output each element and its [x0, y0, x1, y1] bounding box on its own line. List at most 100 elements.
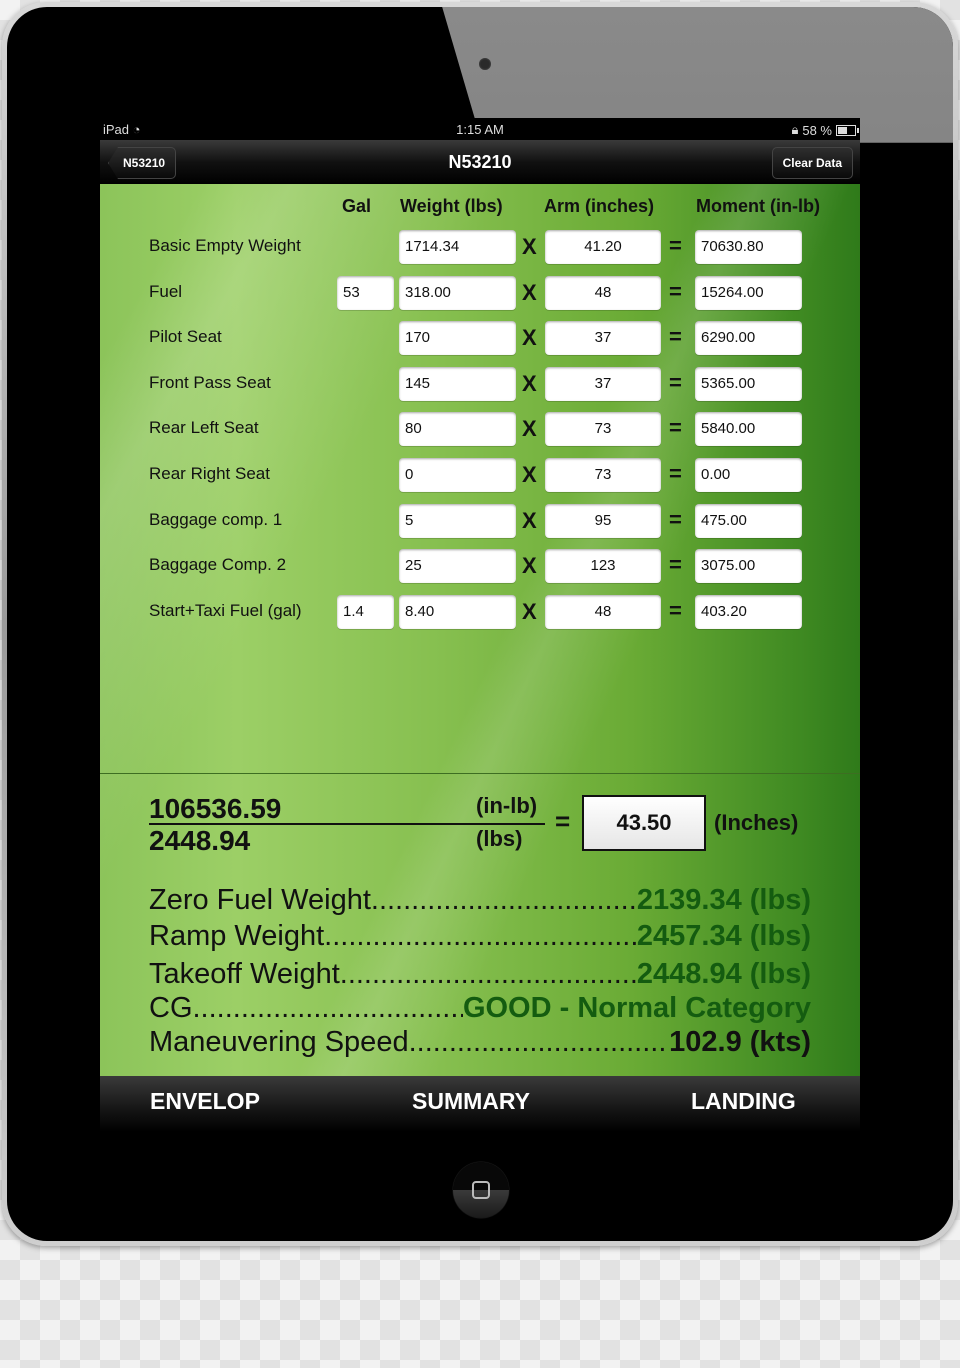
status-bar: iPad ◔ 1:15 AM 🔒︎ 58 % [100, 118, 860, 140]
equals-sign: = [669, 279, 682, 304]
moment-field: 6290.00 [695, 321, 802, 355]
weight-input[interactable]: 5 [399, 504, 516, 538]
dot-leader [340, 958, 637, 991]
multiply-sign: X [522, 325, 537, 350]
row-label: Start+Taxi Fuel (gal) [149, 601, 302, 620]
multiply-sign: X [522, 280, 537, 305]
arm-input[interactable]: 123 [545, 549, 661, 583]
multiply-sign: X [522, 553, 537, 578]
equals-sign: = [669, 415, 682, 440]
status-time: 1:15 AM [456, 122, 504, 137]
summary-label: CG [149, 992, 193, 1024]
total-weight: 2448.94 [149, 825, 251, 856]
row-label: Pilot Seat [149, 327, 222, 346]
arm-input[interactable]: 73 [545, 412, 661, 446]
equals-sign: = [669, 324, 682, 349]
summary-label: Zero Fuel Weight [149, 884, 371, 916]
weight-input[interactable]: 318.00 [399, 276, 516, 310]
page-title: N53210 [448, 152, 512, 172]
cg-result-field: 43.50 [582, 795, 706, 851]
arm-input[interactable]: 48 [545, 595, 661, 629]
equals-sign: = [669, 552, 682, 577]
weight-input[interactable]: 170 [399, 321, 516, 355]
total-moment: 106536.59 [149, 793, 282, 824]
row-label: Fuel [149, 282, 183, 301]
summary-label: Takeoff Weight [149, 958, 340, 990]
row-label: Basic Empty Weight [149, 236, 301, 255]
multiply-sign: X [522, 508, 537, 533]
moment-field: 0.00 [695, 458, 802, 492]
summary-label: Ramp Weight [149, 920, 325, 952]
section-divider [100, 773, 860, 774]
tab-envelop[interactable]: ENVELOP [150, 1088, 260, 1115]
dot-leader [193, 992, 463, 1025]
moment-field: 15264.00 [695, 276, 802, 310]
column-header-moment: Moment (in-lb) [696, 196, 820, 216]
summary-label: Maneuvering Speed [149, 1026, 409, 1058]
weight-input[interactable]: 0 [399, 458, 516, 492]
arm-input[interactable]: 48 [545, 276, 661, 310]
summary-row: Ramp Weight 2457.34 (lbs) [149, 920, 811, 953]
multiply-sign: X [522, 371, 537, 396]
multiply-sign: X [522, 462, 537, 487]
gal-input[interactable]: 1.4 [337, 595, 394, 629]
bottom-tab-bar: ENVELOP SUMMARY LANDING [100, 1076, 860, 1132]
navigation-bar: N53210 N53210 Clear Data [100, 140, 860, 185]
moment-field: 70630.80 [695, 230, 802, 264]
summary-value: 2457.34 (lbs) [636, 920, 811, 952]
equals-sign: = [669, 598, 682, 623]
summary-row: Maneuvering Speed 102.9 (kts) [149, 1026, 811, 1059]
row-label: Front Pass Seat [149, 373, 271, 392]
weight-input[interactable]: 145 [399, 367, 516, 401]
moment-field: 403.20 [695, 595, 802, 629]
summary-value: 2139.34 (lbs) [636, 884, 811, 916]
column-header-weight: Weight (lbs) [400, 196, 503, 216]
column-header-arm: Arm (inches) [544, 196, 655, 216]
equals-sign: = [669, 461, 682, 486]
summary-value: 102.9 (kts) [669, 1026, 811, 1058]
summary-row: Takeoff Weight 2448.94 (lbs) [149, 958, 811, 991]
moment-field: 475.00 [695, 504, 802, 538]
summary-value: 2448.94 (lbs) [636, 958, 811, 990]
arm-input[interactable]: 73 [545, 458, 661, 492]
tab-landing[interactable]: LANDING [691, 1088, 796, 1115]
summary-value: GOOD - Normal Category [462, 992, 811, 1024]
weight-input[interactable]: 80 [399, 412, 516, 446]
summary-row: Zero Fuel Weight 2139.34 (lbs) [149, 884, 811, 917]
row-label: Baggage comp. 1 [149, 510, 283, 529]
weight-unit: (lbs) [476, 826, 523, 851]
row-label: Rear Right Seat [149, 464, 270, 483]
column-header-gal: Gal [342, 196, 372, 216]
multiply-sign: X [522, 234, 537, 259]
multiply-sign: X [522, 416, 537, 441]
equals-sign: = [555, 806, 571, 836]
arm-input[interactable]: 37 [545, 367, 661, 401]
clear-data-button[interactable]: Clear Data [771, 147, 853, 179]
moment-field: 5365.00 [695, 367, 802, 401]
equals-sign: = [669, 370, 682, 395]
equals-sign: = [669, 233, 682, 258]
cg-unit: (Inches) [714, 810, 799, 835]
moment-field: 5840.00 [695, 412, 802, 446]
home-button[interactable] [453, 1162, 509, 1218]
weight-input[interactable]: 1714.34 [399, 230, 516, 264]
gal-input[interactable]: 53 [337, 276, 394, 310]
home-square-icon [472, 1181, 490, 1199]
moment-unit: (in-lb) [476, 793, 538, 818]
rotation-lock-icon: 🔒︎ [791, 122, 799, 137]
multiply-sign: X [522, 599, 537, 624]
arm-input[interactable]: 41.20 [545, 230, 661, 264]
row-label: Rear Left Seat [149, 418, 259, 437]
summary-row: CG GOOD - Normal Category [149, 992, 811, 1025]
dot-leader [409, 1026, 670, 1059]
weight-balance-form: Gal Weight (lbs) Arm (inches) Moment (in… [100, 184, 860, 1076]
weight-input[interactable]: 8.40 [399, 595, 516, 629]
battery-icon [836, 124, 859, 136]
row-label: Baggage Comp. 2 [149, 555, 287, 574]
tab-summary[interactable]: SUMMARY [412, 1088, 530, 1115]
weight-input[interactable]: 25 [399, 549, 516, 583]
app-screen: iPad ◔ 1:15 AM 🔒︎ 58 % N53210 N53210 Cle… [100, 118, 860, 1132]
battery-percent: 58 % [802, 122, 832, 138]
arm-input[interactable]: 37 [545, 321, 661, 355]
arm-input[interactable]: 95 [545, 504, 661, 538]
